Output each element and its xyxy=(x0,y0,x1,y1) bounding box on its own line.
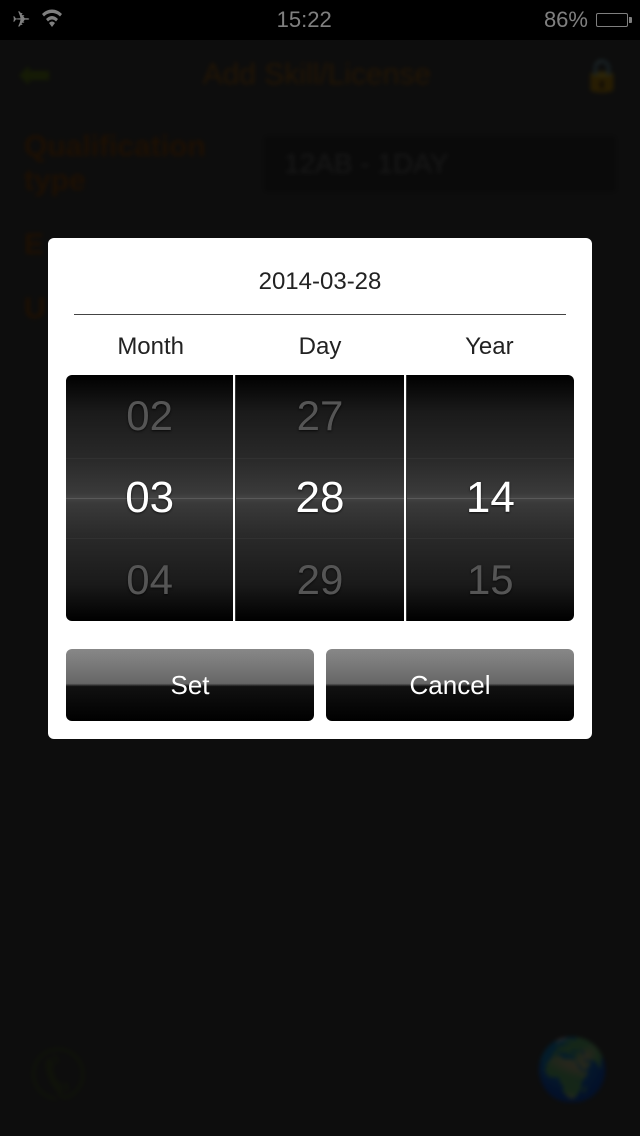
selected-date-label: 2014-03-28 xyxy=(74,256,566,315)
day-label: Day xyxy=(235,333,404,361)
year-next: 15 xyxy=(467,539,514,621)
picker-column-labels: Month Day Year xyxy=(66,333,574,361)
month-wheel[interactable]: 02 03 04 xyxy=(66,375,233,621)
year-current: 14 xyxy=(466,457,515,539)
year-wheel[interactable]: 14 15 xyxy=(406,375,574,621)
month-label: Month xyxy=(66,333,235,361)
day-prev: 27 xyxy=(297,375,344,457)
month-next: 04 xyxy=(126,539,173,621)
day-next: 29 xyxy=(297,539,344,621)
day-current: 28 xyxy=(296,457,345,539)
picker-wheels: 02 03 04 27 28 29 14 15 xyxy=(66,375,574,621)
month-prev: 02 xyxy=(126,375,173,457)
date-picker-modal: 2014-03-28 Month Day Year 02 03 04 27 28… xyxy=(48,238,592,739)
set-button[interactable]: Set xyxy=(66,649,314,721)
cancel-button[interactable]: Cancel xyxy=(326,649,574,721)
year-label: Year xyxy=(405,333,574,361)
month-current: 03 xyxy=(125,457,174,539)
day-wheel[interactable]: 27 28 29 xyxy=(235,375,403,621)
